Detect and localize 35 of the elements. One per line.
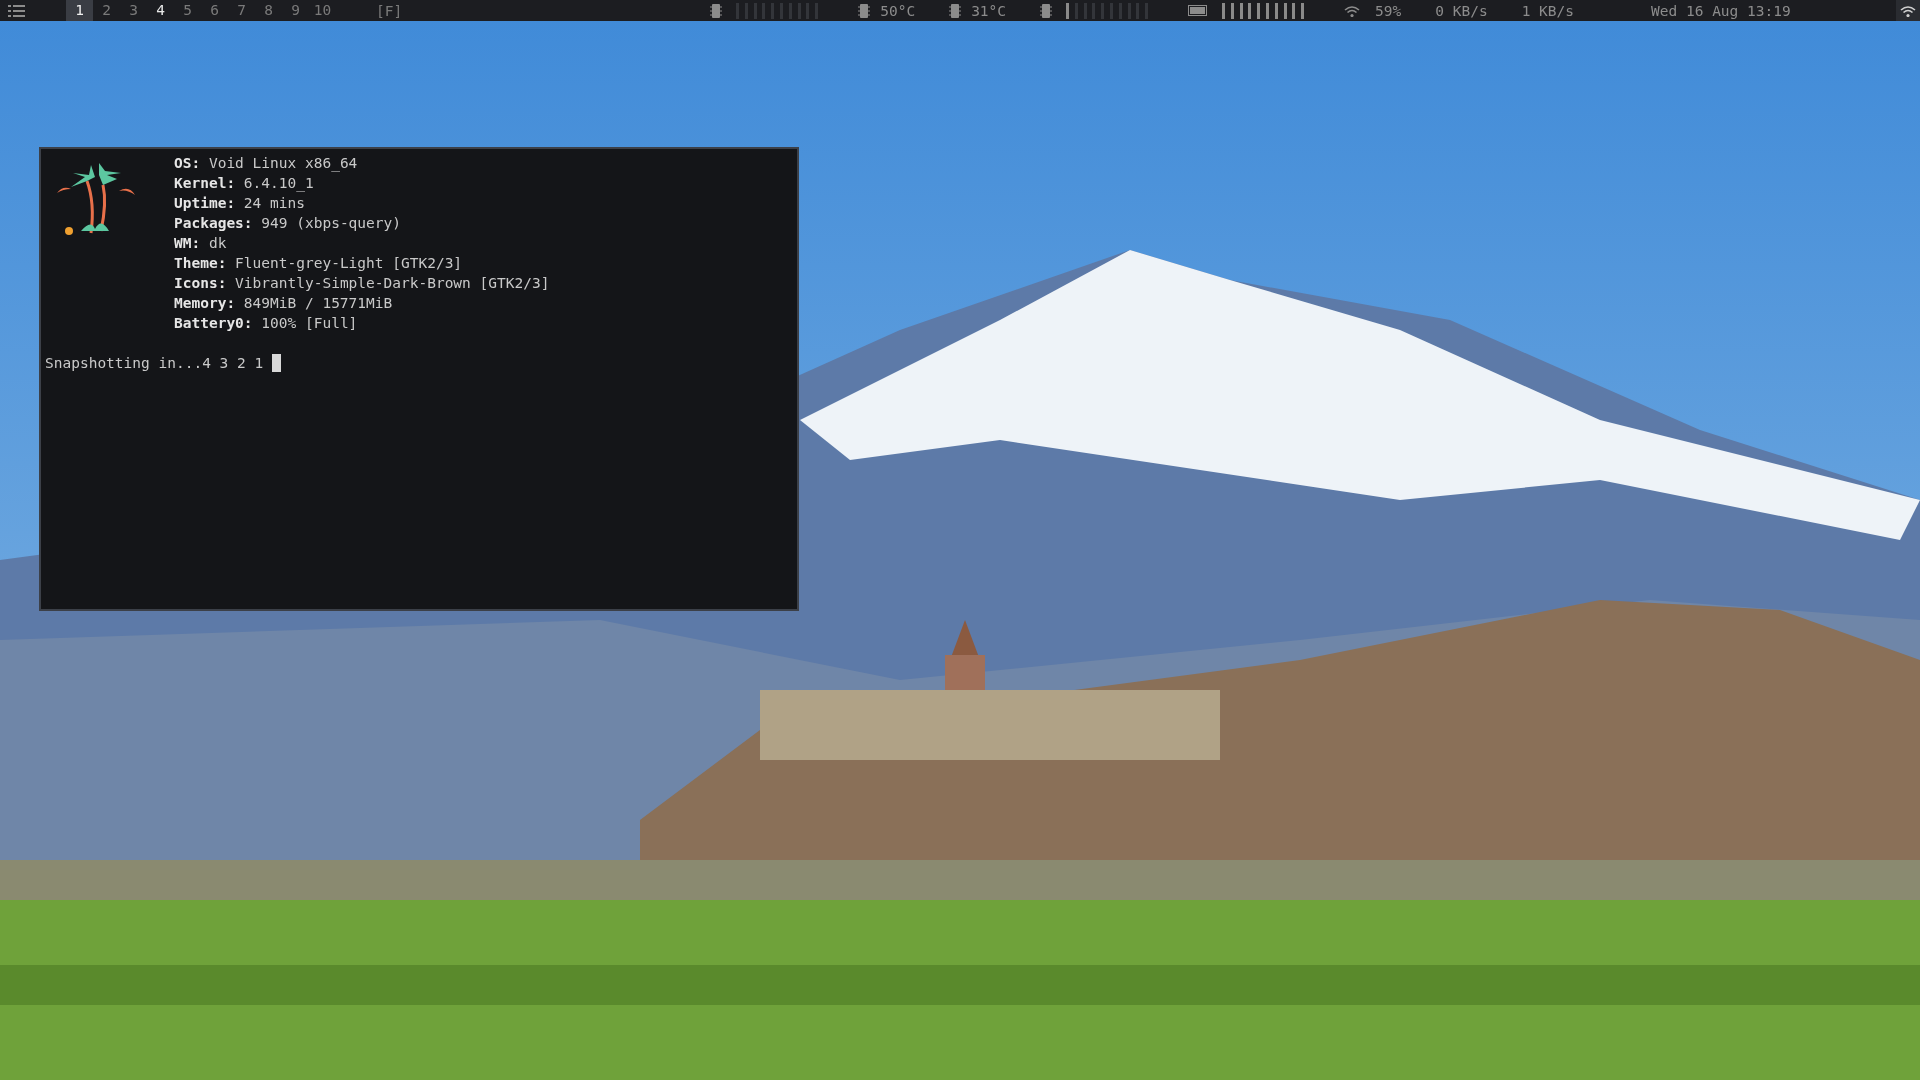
- temperature-reading: 31°C: [971, 2, 1007, 19]
- workspace-tab[interactable]: 8: [255, 0, 282, 21]
- chip-icon: [1040, 3, 1053, 18]
- countdown-text: Snapshotting in...4 3 2 1: [45, 354, 264, 373]
- system-info-line: Battery0: 100% [Full]: [174, 314, 359, 333]
- workspace-tab[interactable]: 5: [174, 0, 201, 21]
- text-cursor: [272, 354, 282, 372]
- temperature-reading: 50°C: [880, 2, 916, 19]
- workspace-tab[interactable]: 7: [228, 0, 255, 21]
- system-info-line: Memory: 849MiB / 15771MiB: [174, 294, 394, 313]
- cpu-icon: [710, 3, 723, 18]
- chip-icon: [858, 3, 871, 18]
- system-info-line: Packages: 949 (xbps-query): [174, 214, 402, 233]
- menu-icon: [8, 3, 26, 18]
- system-info-line: Icons: Vibrantly-Simple-Dark-Brown [GTK2/3]: [174, 274, 550, 293]
- system-info-line: Theme: Fluent-grey-Light [GTK2/3]: [174, 254, 464, 273]
- workspace-tab[interactable]: 4: [147, 0, 174, 21]
- workspace-tab[interactable]: 1: [66, 0, 93, 21]
- clock: Wed 16 Aug 13:19: [1651, 2, 1791, 19]
- workspace-tab[interactable]: 9: [282, 0, 309, 21]
- workspace-tab[interactable]: 3: [120, 0, 147, 21]
- system-info-line: WM: dk: [174, 234, 228, 253]
- chip-icon: [949, 3, 962, 18]
- workspace-tab[interactable]: 6: [201, 0, 228, 21]
- wifi-strength: 59%: [1375, 2, 1402, 19]
- layout-indicator[interactable]: [F]: [376, 2, 403, 19]
- download-rate: 0 KB/s: [1435, 2, 1488, 19]
- workspace-tab[interactable]: 2: [93, 0, 120, 21]
- system-info-line: Uptime: 24 mins: [174, 194, 306, 213]
- wifi-icon: [1344, 4, 1361, 17]
- system-info-line: OS: Void Linux x86_64: [174, 154, 359, 173]
- upload-rate: 1 KB/s: [1521, 2, 1575, 19]
- battery-icon: [1188, 5, 1209, 16]
- workspace-tab[interactable]: 10: [309, 0, 336, 21]
- system-info-line: Kernel: 6.4.10_1: [174, 174, 315, 193]
